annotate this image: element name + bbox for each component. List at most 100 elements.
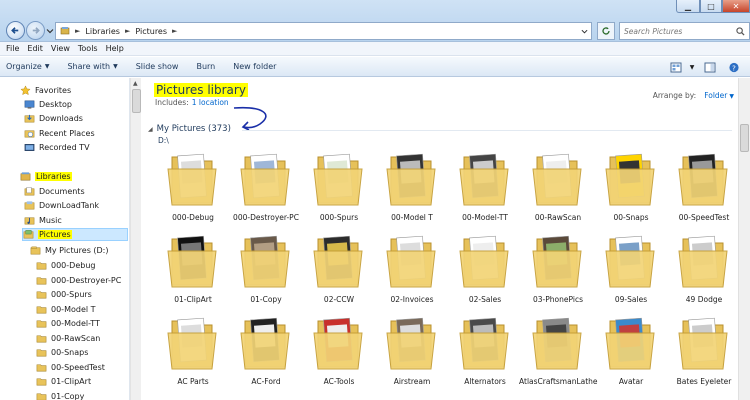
folder-tile[interactable]: 00-RawScan (523, 151, 593, 235)
search-input[interactable]: Search Pictures (619, 22, 750, 40)
group-header[interactable]: ◢ My Pictures (373) (148, 124, 231, 134)
folder-tile[interactable]: 000-Destroyer-PC (231, 151, 301, 235)
folder-tile[interactable]: 00-Model-TT (450, 151, 520, 235)
navigation-scrollbar-thumb[interactable] (132, 89, 141, 113)
change-view-button[interactable] (668, 60, 684, 74)
collapse-triangle-icon[interactable]: ◢ (148, 126, 153, 133)
menu-file[interactable]: File (6, 44, 19, 53)
slide-show-button[interactable]: Slide show (136, 62, 179, 71)
burn-button[interactable]: Burn (196, 62, 215, 71)
breadcrumb-libraries[interactable]: Libraries (85, 27, 120, 36)
nav-subfolder-item[interactable]: 00-Model T (36, 303, 96, 316)
nav-subfolder-item[interactable]: 01-ClipArt (36, 375, 91, 388)
nav-subfolder-item[interactable]: 01-Copy (36, 390, 84, 400)
nav-my-pictures-drive[interactable]: My Pictures (D:) (30, 244, 109, 257)
minimize-button[interactable]: ▁ (676, 0, 700, 13)
share-with-button[interactable]: Share with ▼ (67, 62, 117, 71)
folder-thumbnail-icon (386, 235, 436, 288)
folder-tile[interactable]: 000-Debug (158, 151, 228, 235)
arrange-by-label: Arrange by: (652, 91, 697, 100)
folder-tile-label: 000-Debug (172, 213, 214, 222)
folder-tile-label: Avatar (618, 377, 644, 386)
nav-recorded-tv[interactable]: Recorded TV (24, 141, 90, 154)
new-folder-button[interactable]: New folder (233, 62, 276, 71)
back-button[interactable] (6, 21, 25, 40)
forward-arrow-icon (32, 27, 40, 34)
folder-tile[interactable]: Alternators (450, 315, 520, 399)
folder-tile[interactable]: 00-Model T (377, 151, 447, 235)
scroll-up-icon[interactable]: ▲ (133, 80, 138, 87)
nav-subfolder-item[interactable]: 000-Spurs (36, 288, 92, 301)
nav-subfolder-item[interactable]: 00-RawScan (36, 332, 100, 345)
folder-tile[interactable]: 000-Spurs (304, 151, 374, 235)
forward-button[interactable] (26, 21, 45, 40)
recent-pages-chevron-icon[interactable] (46, 27, 54, 35)
organize-button[interactable]: Organize ▼ (6, 62, 49, 71)
folder-tile[interactable]: AC-Ford (231, 315, 301, 399)
nav-subfolder-item[interactable]: 00-Model-TT (36, 317, 100, 330)
folder-tile[interactable]: 00-Snaps (596, 151, 666, 235)
nav-subfolder-item[interactable]: 00-Snaps (36, 346, 88, 359)
folder-tile[interactable]: 02-Sales (450, 233, 520, 317)
breadcrumb-pictures[interactable]: Pictures (135, 27, 167, 36)
help-button[interactable]: ? (726, 60, 742, 74)
folder-thumbnail-icon (678, 235, 728, 288)
refresh-button[interactable] (597, 22, 615, 40)
menu-view[interactable]: View (51, 44, 70, 53)
nav-subfolder-item[interactable]: 00-SpeedTest (36, 361, 105, 374)
content-scrollbar[interactable] (738, 78, 750, 400)
content-scrollbar-thumb[interactable] (740, 124, 749, 152)
preview-pane-button[interactable] (702, 60, 718, 74)
nav-subfolder-item[interactable]: 000-Debug (36, 259, 95, 272)
nav-favorites[interactable]: Favorites (20, 84, 71, 97)
folder-tile[interactable]: 02-Invoices (377, 233, 447, 317)
folder-tile[interactable]: AC Parts (158, 315, 228, 399)
folder-tile[interactable]: 01-Copy (231, 233, 301, 317)
folder-tile[interactable]: 49 Dodge (669, 233, 738, 317)
folder-icon (36, 362, 47, 373)
address-bar[interactable]: ► Libraries ► Pictures ► (55, 22, 592, 40)
folder-tile[interactable]: 09-Sales (596, 233, 666, 317)
chevron-down-icon[interactable]: ▼ (729, 93, 734, 100)
view-chevron-button[interactable]: ▼ (684, 60, 700, 74)
nav-music-label: Music (39, 216, 62, 225)
folder-thumbnail-icon (313, 153, 363, 206)
folder-tile[interactable]: Bates Eyeleter (669, 315, 738, 399)
nav-desktop[interactable]: Desktop (24, 98, 72, 111)
address-history-chevron-icon[interactable] (581, 28, 588, 35)
nav-downloads[interactable]: Downloads (24, 112, 83, 125)
folder-tile[interactable]: 02-CCW (304, 233, 374, 317)
menu-help[interactable]: Help (106, 44, 124, 53)
arrange-by-dropdown[interactable]: Folder (704, 91, 727, 100)
folder-tile[interactable]: AtlasCraftsmanLathe (519, 315, 598, 399)
includes-locations-link[interactable]: 1 location (192, 98, 229, 107)
recent-places-icon (24, 128, 35, 139)
maximize-button[interactable]: □ (700, 0, 722, 13)
nav-subfolder-label: 000-Debug (51, 261, 96, 270)
nav-documents-label: Documents (39, 187, 85, 196)
menu-tools[interactable]: Tools (78, 44, 98, 53)
nav-downloadtank[interactable]: DownLoadTank (24, 199, 99, 212)
nav-subfolder-item[interactable]: 000-Destroyer-PC (36, 274, 121, 287)
folder-thumbnail-icon (386, 317, 436, 370)
folder-tile[interactable]: AC-Tools (304, 315, 374, 399)
nav-libraries[interactable]: Libraries (20, 170, 72, 183)
nav-music[interactable]: Music (24, 214, 62, 227)
nav-pictures[interactable]: Pictures (22, 228, 128, 241)
search-icon[interactable] (736, 26, 745, 36)
nav-documents[interactable]: Documents (24, 185, 85, 198)
refresh-icon (602, 27, 610, 35)
nav-recent-places[interactable]: Recent Places (24, 127, 95, 140)
folder-tile[interactable]: 00-SpeedTest (669, 151, 738, 235)
menu-edit[interactable]: Edit (27, 44, 43, 53)
navigation-scrollbar[interactable]: ▲ (130, 78, 141, 400)
nav-subfolder-label: 00-Model-TT (51, 319, 100, 328)
folder-tile[interactable]: 03-PhonePics (523, 233, 593, 317)
close-button[interactable]: ✕ (722, 0, 750, 13)
nav-subfolder-label: 00-Snaps (51, 348, 89, 357)
folder-tile[interactable]: Avatar (596, 315, 666, 399)
folder-tile[interactable]: Airstream (377, 315, 447, 399)
folder-tile-label: 02-Invoices (390, 295, 434, 304)
folder-tile[interactable]: 01-ClipArt (158, 233, 228, 317)
folder-tile-label: Airstream (393, 377, 431, 386)
